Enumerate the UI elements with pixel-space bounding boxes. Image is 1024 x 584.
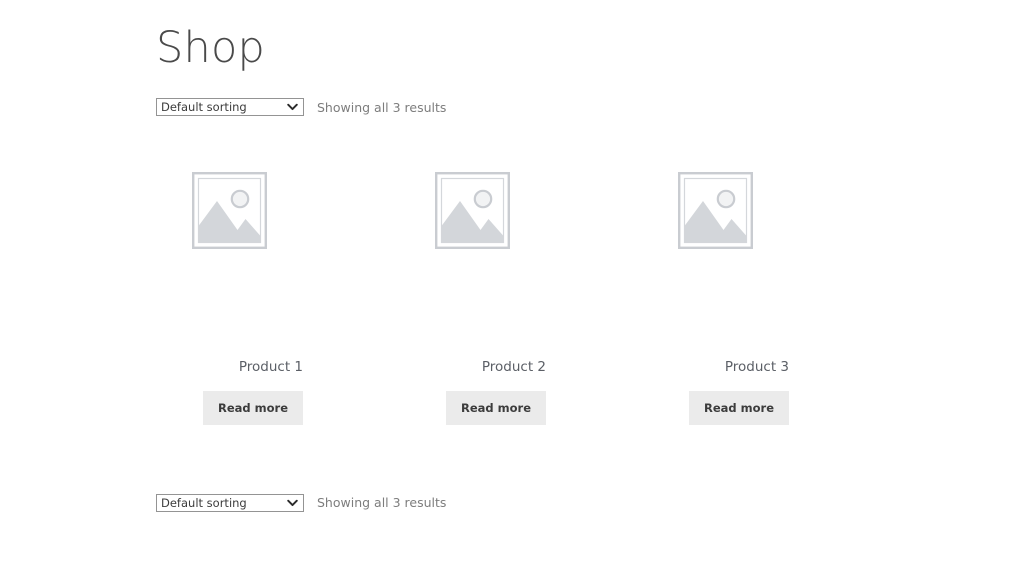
- ordering-select-top[interactable]: Default sorting: [156, 98, 304, 116]
- read-more-button[interactable]: Read more: [202, 390, 303, 425]
- product-item[interactable]: Product 3 Read more: [642, 172, 789, 425]
- image-placeholder-icon: [192, 172, 267, 249]
- read-more-button[interactable]: Read more: [688, 390, 789, 425]
- product-item[interactable]: Product 2 Read more: [399, 172, 546, 425]
- shop-toolbar-bottom: Default sorting Showing all 3 results: [156, 493, 868, 513]
- read-more-button[interactable]: Read more: [445, 390, 546, 425]
- result-count-bottom: Showing all 3 results: [317, 495, 447, 510]
- image-placeholder-icon: [678, 172, 753, 249]
- ordering-select-bottom[interactable]: Default sorting: [156, 493, 304, 512]
- product-title: Product 1: [238, 359, 303, 375]
- page-title: Shop: [156, 23, 265, 73]
- result-count-top: Showing all 3 results: [317, 99, 447, 115]
- product-title: Product 2: [481, 359, 546, 375]
- image-placeholder-icon: [435, 172, 510, 249]
- product-title: Product 3: [724, 359, 789, 375]
- ordering-select-wrapper-top: Default sorting: [156, 98, 304, 116]
- product-grid: Product 1 Read more Product 2 Read more: [156, 172, 868, 425]
- ordering-select-wrapper-bottom: Default sorting: [156, 493, 304, 512]
- product-item[interactable]: Product 1 Read more: [156, 172, 303, 425]
- shop-page: Shop Default sorting Showing all 3 resul…: [156, 0, 868, 513]
- shop-toolbar-top: Default sorting Showing all 3 results: [156, 97, 868, 117]
